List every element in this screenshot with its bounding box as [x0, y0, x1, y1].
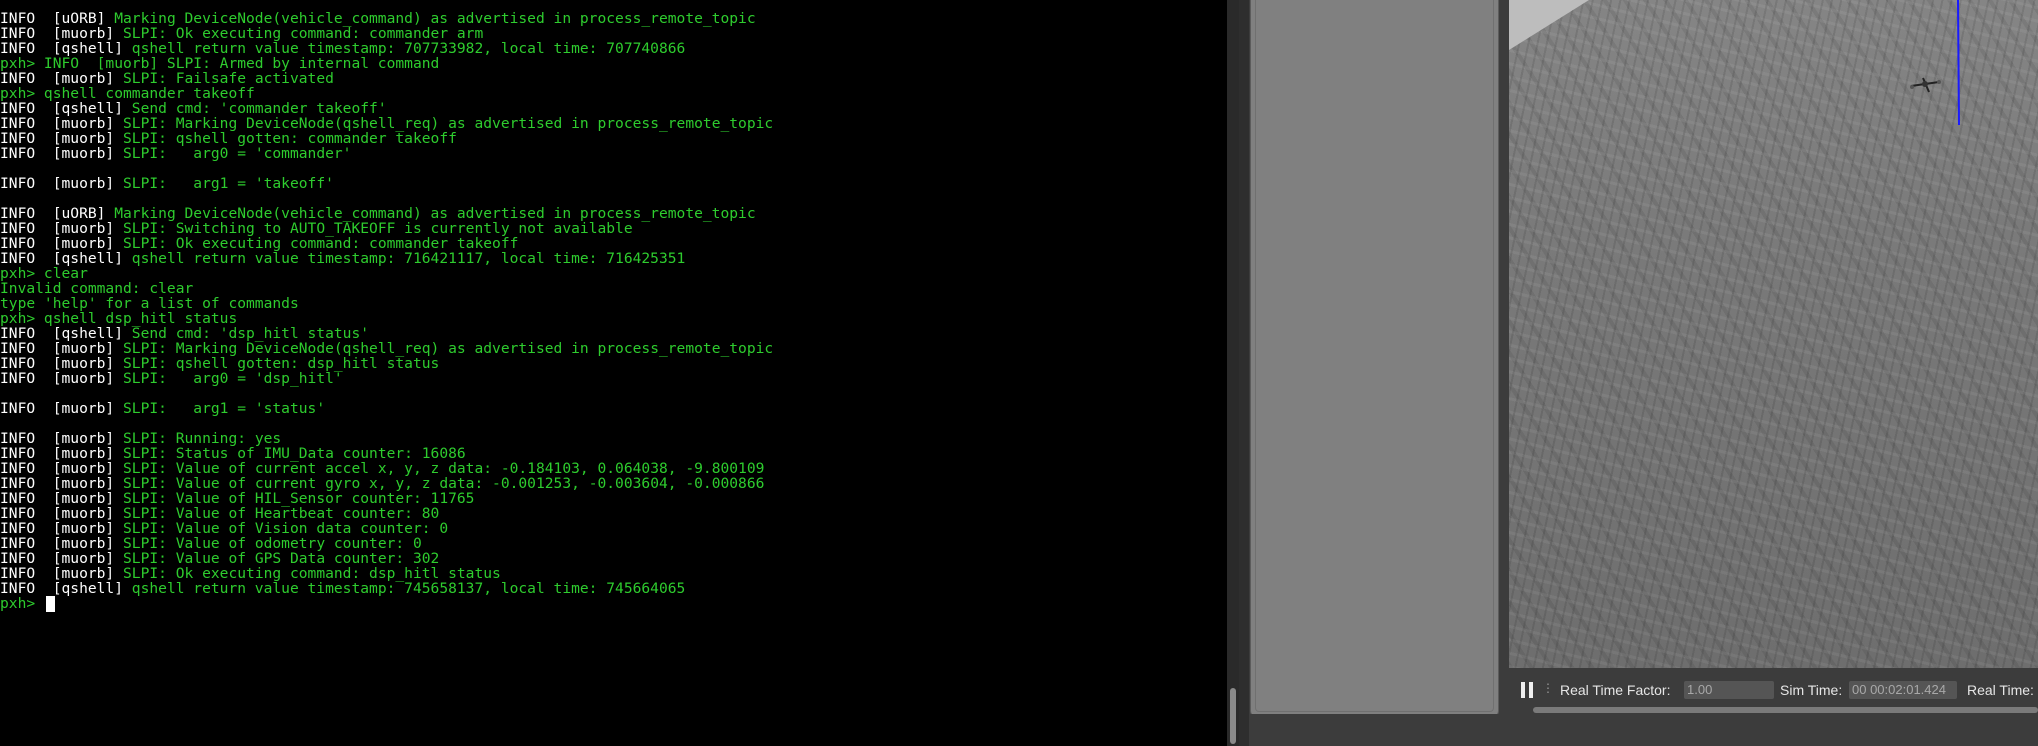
drone-icon[interactable]	[1910, 77, 1941, 93]
real-time-factor-label: Real Time Factor:	[1560, 682, 1671, 698]
log-message: SLPI: arg1 = 'takeoff'	[114, 175, 334, 192]
log-tag: INFO [muorb]	[0, 145, 115, 162]
pane-divider[interactable]	[1239, 0, 1249, 746]
scene-overlay	[1509, 0, 1960, 126]
gazebo-bottom-strip	[1249, 714, 2038, 746]
pause-button[interactable]	[1520, 682, 1534, 698]
gazebo-horizontal-scrollbar-thumb[interactable]	[1533, 707, 2038, 713]
gazebo-horizontal-scrollbar[interactable]	[1509, 706, 2038, 714]
text-cursor	[45, 596, 55, 612]
real-time-factor-field: 1.00	[1684, 681, 1774, 699]
log-tag: INFO [muorb]	[0, 370, 115, 387]
terminal-scrollbar[interactable]	[1227, 0, 1239, 746]
terminal-line: INFO [qshell] qshell return value timest…	[0, 250, 773, 268]
gazebo-3d-viewport[interactable]	[1509, 0, 2038, 668]
shell-prompt: pxh>	[0, 595, 44, 612]
terminal-output: INFO [uORB] Marking DeviceNode(vehicle_c…	[0, 10, 773, 613]
log-message: SLPI: arg0 = 'dsp_hitl'	[114, 370, 343, 387]
log-tag: INFO [muorb]	[0, 400, 115, 417]
gazebo-panel-splitter[interactable]	[1500, 0, 1508, 746]
terminal-line: INFO [qshell] qshell return value timest…	[0, 580, 773, 598]
step-handle-icon[interactable]: ⋮	[1542, 681, 1554, 695]
log-message: qshell return value timestamp: 716421117…	[123, 250, 686, 267]
z-axis-line	[1957, 0, 1960, 126]
gazebo-world-panel[interactable]	[1250, 0, 1499, 717]
log-message: SLPI: arg1 = 'status'	[114, 400, 326, 417]
real-time-label: Real Time:	[1967, 682, 2034, 698]
log-message: SLPI: arg0 = 'commander'	[114, 145, 352, 162]
terminal-window[interactable]: INFO [uORB] Marking DeviceNode(vehicle_c…	[0, 0, 1227, 746]
log-tag: INFO [muorb]	[0, 175, 115, 192]
sim-time-field: 00 00:02:01.424	[1849, 681, 1957, 699]
sim-time-label: Sim Time:	[1780, 682, 1843, 698]
terminal-scrollbar-thumb[interactable]	[1230, 688, 1236, 744]
gazebo-world-panel-inner	[1255, 0, 1494, 712]
ground-edge-highlight	[1509, 0, 1589, 50]
log-message: qshell return value timestamp: 745658137…	[123, 580, 686, 597]
